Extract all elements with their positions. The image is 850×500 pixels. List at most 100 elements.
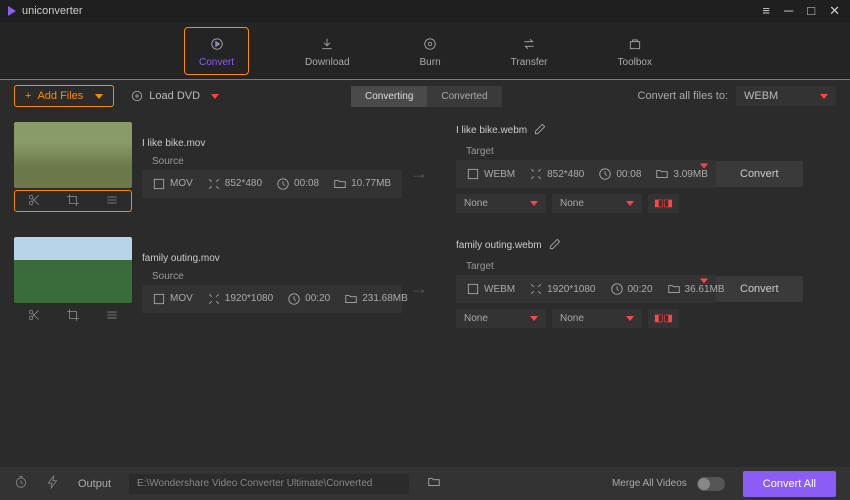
tab-converted[interactable]: Converted (427, 86, 501, 107)
load-dvd-button[interactable]: Load DVD (130, 89, 219, 103)
crop-icon[interactable] (66, 308, 80, 325)
source-filename: I like bike.mov (142, 138, 402, 149)
chevron-down-icon (530, 201, 538, 206)
plus-icon: + (25, 90, 31, 102)
film-icon (152, 292, 166, 306)
arrow-icon: → (410, 151, 428, 184)
gpu-accel-icon[interactable] (46, 475, 60, 492)
nav-label: Convert (199, 57, 234, 68)
arrow-icon: → (410, 266, 428, 299)
app-title: uniconverter (22, 5, 83, 17)
target-filename: family outing.webm (456, 240, 542, 251)
nav-transfer[interactable]: Transfer (497, 28, 562, 74)
size-stat: 10.77MB (333, 177, 391, 191)
crop-icon[interactable] (66, 193, 80, 210)
convert-all-to: Convert all files to: WEBM (638, 86, 836, 106)
film-icon (152, 177, 166, 191)
subtitle-select[interactable]: None (456, 194, 546, 213)
minimize-button[interactable]: ─ (782, 3, 795, 19)
audio-select[interactable]: None (552, 309, 642, 328)
folder-icon (667, 282, 681, 296)
output-path-input[interactable] (129, 474, 409, 494)
target-info[interactable]: WEBM 1920*1080 00:20 36.61MB (456, 275, 716, 303)
subtitle-select[interactable]: None (456, 309, 546, 328)
clock-icon (610, 282, 624, 296)
thumb-tools (14, 305, 132, 327)
target-header: Target (456, 258, 716, 275)
chevron-down-icon (95, 94, 103, 99)
hd-quality-button[interactable]: ◧◨ (648, 194, 679, 213)
nav-toolbox[interactable]: Toolbox (604, 28, 666, 74)
effects-icon[interactable] (105, 193, 119, 210)
source-header: Source (142, 153, 402, 170)
folder-icon (344, 292, 358, 306)
convert-all-button[interactable]: Convert All (743, 471, 836, 497)
folder-icon (333, 177, 347, 191)
convert-button[interactable]: Convert (716, 276, 803, 302)
edit-icon[interactable] (533, 122, 547, 139)
toolbox-icon (625, 34, 645, 54)
merge-toggle[interactable] (697, 477, 725, 491)
edit-icon[interactable] (548, 237, 562, 254)
source-header: Source (142, 268, 402, 285)
thumb-tools (14, 190, 132, 212)
download-icon (317, 34, 337, 54)
nav-download[interactable]: Download (291, 28, 363, 74)
file-list: I like bike.mov Source MOV 852*480 00:08… (0, 112, 850, 467)
chevron-down-icon[interactable] (700, 278, 708, 283)
file-item: family outing.mov Source MOV 1920*1080 0… (14, 237, 836, 328)
transfer-icon (519, 34, 539, 54)
chevron-down-icon (626, 201, 634, 206)
target-filename: I like bike.webm (456, 125, 527, 136)
audio-select[interactable]: None (552, 194, 642, 213)
nav-convert[interactable]: Convert (184, 27, 249, 75)
convert-button[interactable]: Convert (716, 161, 803, 187)
target-header: Target (456, 143, 716, 160)
hd-quality-button[interactable]: ◧◨ (648, 309, 679, 328)
chevron-down-icon (211, 94, 219, 99)
load-dvd-label: Load DVD (149, 90, 200, 102)
video-thumbnail[interactable] (14, 122, 132, 188)
resolution-icon (207, 177, 221, 191)
nav-label: Burn (420, 57, 441, 68)
video-thumbnail[interactable] (14, 237, 132, 303)
output-label: Output (78, 478, 111, 490)
nav-label: Toolbox (618, 57, 652, 68)
source-filename: family outing.mov (142, 253, 402, 264)
target-info[interactable]: WEBM 852*480 00:08 3.09MB (456, 160, 716, 188)
chevron-down-icon (820, 94, 828, 99)
nav-label: Download (305, 57, 349, 68)
bottom-bar: Output Merge All Videos Convert All (0, 467, 850, 500)
resolution-stat: 852*480 (207, 177, 262, 191)
add-files-label: Add Files (37, 90, 83, 102)
tab-converting[interactable]: Converting (351, 86, 427, 107)
resolution-icon (529, 282, 543, 296)
convert-all-label: Convert all files to: (638, 90, 728, 102)
resolution-icon (529, 167, 543, 181)
subtabs: Converting Converted (351, 86, 502, 107)
chevron-down-icon (626, 316, 634, 321)
dvd-icon (130, 89, 144, 103)
close-button[interactable]: ✕ (827, 3, 842, 19)
merge-label: Merge All Videos (612, 478, 687, 489)
maximize-button[interactable]: □ (805, 3, 817, 19)
menu-icon[interactable]: ≡ (760, 3, 772, 19)
trim-icon[interactable] (27, 193, 41, 210)
schedule-icon[interactable] (14, 475, 28, 492)
toolbar: + Add Files Load DVD Converting Converte… (0, 80, 850, 112)
film-icon (466, 282, 480, 296)
format-value: WEBM (744, 90, 778, 102)
titlebar: uniconverter ≡ ─ □ ✕ (0, 0, 850, 22)
film-icon (466, 167, 480, 181)
output-format-select[interactable]: WEBM (736, 86, 836, 106)
nav-burn[interactable]: Burn (406, 28, 455, 74)
file-item: I like bike.mov Source MOV 852*480 00:08… (14, 122, 836, 213)
effects-icon[interactable] (105, 308, 119, 325)
browse-folder-icon[interactable] (427, 475, 441, 492)
chevron-down-icon[interactable] (700, 163, 708, 168)
trim-icon[interactable] (27, 308, 41, 325)
convert-icon (207, 34, 227, 54)
duration-stat: 00:08 (276, 177, 319, 191)
add-files-button[interactable]: + Add Files (14, 85, 114, 107)
format-stat: MOV (152, 177, 193, 191)
